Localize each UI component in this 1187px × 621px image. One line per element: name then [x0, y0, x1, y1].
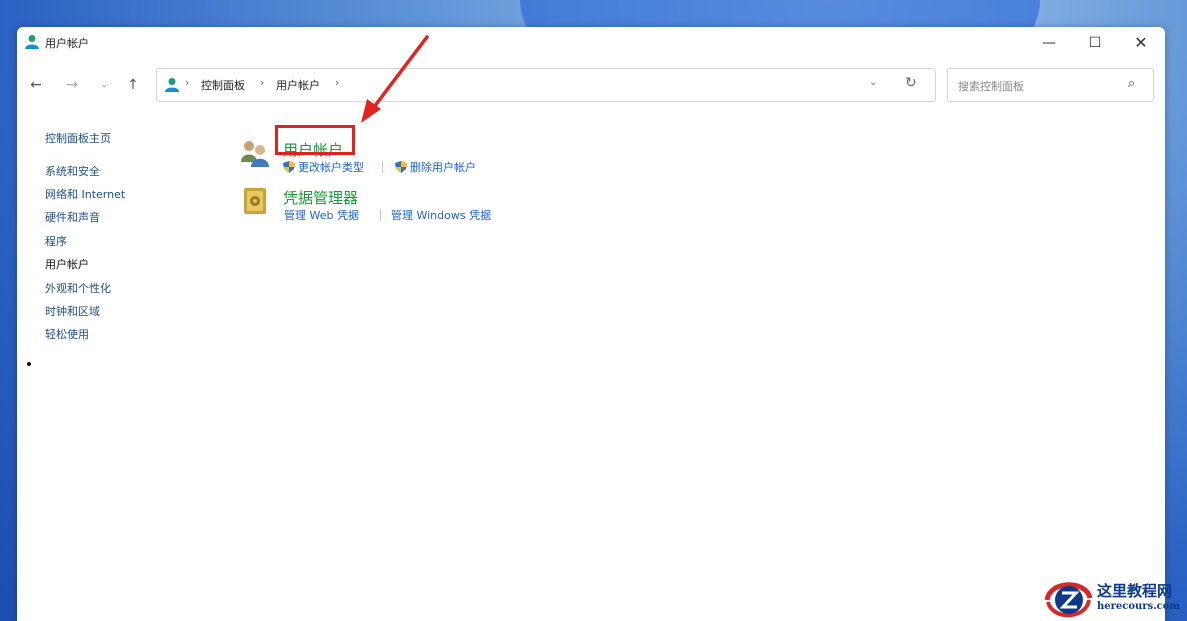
- sidebar-item-clock-region[interactable]: 时钟和区域: [45, 303, 100, 319]
- active-bullet-icon: [27, 362, 31, 366]
- annotation-arrow-icon: [361, 35, 429, 123]
- control-panel-window: 用户帐户 — ☐ ✕ ← → ⌄ ↑ › 控制面板 › 用户帐户 › ⌄ ↻ 搜…: [17, 27, 1165, 621]
- watermark-text-cn: 这里教程网: [1097, 582, 1173, 600]
- sidebar-item-programs[interactable]: 程序: [45, 233, 67, 249]
- site-watermark: 这里教程网 herecours.com: [1040, 578, 1187, 621]
- sidebar-item-appearance[interactable]: 外观和个性化: [45, 280, 111, 296]
- sidebar-item-user-accounts[interactable]: 用户帐户: [45, 256, 89, 272]
- sidebar-item-ease-of-access[interactable]: 轻松使用: [45, 326, 89, 342]
- watermark-logo-icon: [1044, 582, 1093, 618]
- watermark-text-en: herecours.com: [1097, 601, 1181, 612]
